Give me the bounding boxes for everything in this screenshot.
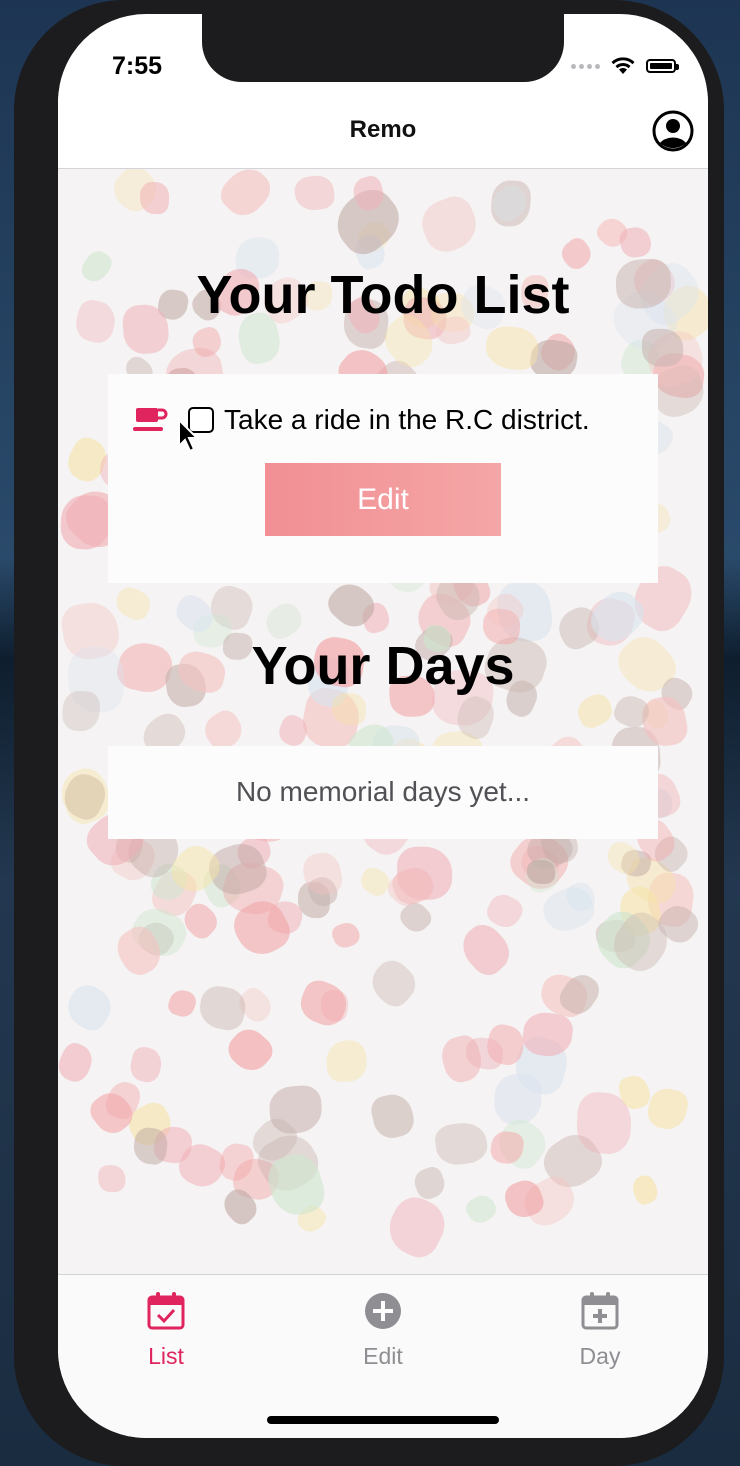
- background-blob: [575, 1092, 633, 1156]
- background-blob: [494, 1074, 542, 1125]
- user-circle-icon: [652, 110, 694, 152]
- background-blob: [295, 976, 352, 1031]
- empty-days-message: No memorial days yet...: [235, 776, 531, 807]
- background-blob: [628, 1172, 661, 1207]
- background-blob: [61, 690, 101, 733]
- app-screen: 7:55 Remo Your Todo List Take a ride in …: [58, 14, 708, 1438]
- todo-card: Take a ride in the R.C district. Edit: [108, 374, 658, 583]
- background-blob: [331, 692, 367, 726]
- background-blob: [111, 583, 155, 625]
- background-blob: [329, 919, 363, 951]
- tab-list[interactable]: List: [106, 1291, 226, 1370]
- edit-button[interactable]: Edit: [265, 463, 501, 536]
- background-blob: [364, 954, 423, 1013]
- tab-day[interactable]: Day: [540, 1291, 660, 1370]
- calendar-plus-icon: [581, 1292, 619, 1330]
- background-blob: [139, 181, 169, 215]
- status-time: 7:55: [112, 52, 163, 80]
- background-blob: [368, 1091, 418, 1142]
- background-blob: [483, 324, 540, 372]
- todo-list-title: Your Todo List: [196, 265, 570, 325]
- background-blob: [165, 986, 199, 1020]
- background-blob: [641, 328, 684, 367]
- background-blob: [60, 978, 119, 1036]
- tab-list-label: List: [148, 1343, 184, 1369]
- background-blob: [58, 1039, 98, 1087]
- tab-edit-label: Edit: [363, 1343, 403, 1369]
- background-blob: [462, 1190, 501, 1228]
- main-content: Your Todo List Take a ride in the R.C di…: [58, 169, 708, 1274]
- cellular-signal-icon: [571, 63, 600, 69]
- device-notch: [202, 14, 564, 82]
- mouse-pointer-icon: [178, 418, 199, 453]
- calendar-check-icon: [147, 1292, 185, 1330]
- background-blob: [127, 1045, 165, 1085]
- background-blob: [324, 1038, 368, 1084]
- background-blob: [380, 1189, 454, 1264]
- your-days-title: Your Days: [251, 636, 515, 696]
- background-blob: [222, 1022, 278, 1078]
- background-blob: [415, 191, 485, 259]
- todo-item: Take a ride in the R.C district.: [132, 404, 590, 436]
- background-blob: [617, 224, 654, 260]
- days-card: No memorial days yet...: [108, 746, 658, 839]
- background-blob: [292, 174, 336, 213]
- background-blob: [527, 859, 556, 884]
- background-blob: [196, 983, 249, 1033]
- status-icons: [571, 56, 679, 76]
- tab-day-label: Day: [579, 1343, 621, 1369]
- background-blob: [214, 169, 278, 223]
- battery-icon: [646, 59, 679, 73]
- profile-button[interactable]: [652, 110, 694, 152]
- app-title: Remo: [349, 116, 417, 143]
- wifi-icon: [611, 57, 635, 74]
- background-blob: [644, 1085, 691, 1134]
- todo-text: Take a ride in the R.C district.: [224, 404, 590, 435]
- plus-circle-icon: [365, 1293, 401, 1329]
- home-indicator: [267, 1416, 499, 1424]
- background-blob: [97, 1164, 126, 1193]
- nav-bar: Remo: [58, 96, 708, 169]
- tab-edit[interactable]: Edit: [323, 1291, 443, 1370]
- background-blob: [433, 1119, 490, 1168]
- phone-frame: 7:55 Remo Your Todo List Take a ride in …: [14, 0, 724, 1466]
- coffee-cup-icon: [133, 408, 168, 431]
- tab-bar: List Edit Day: [58, 1274, 708, 1438]
